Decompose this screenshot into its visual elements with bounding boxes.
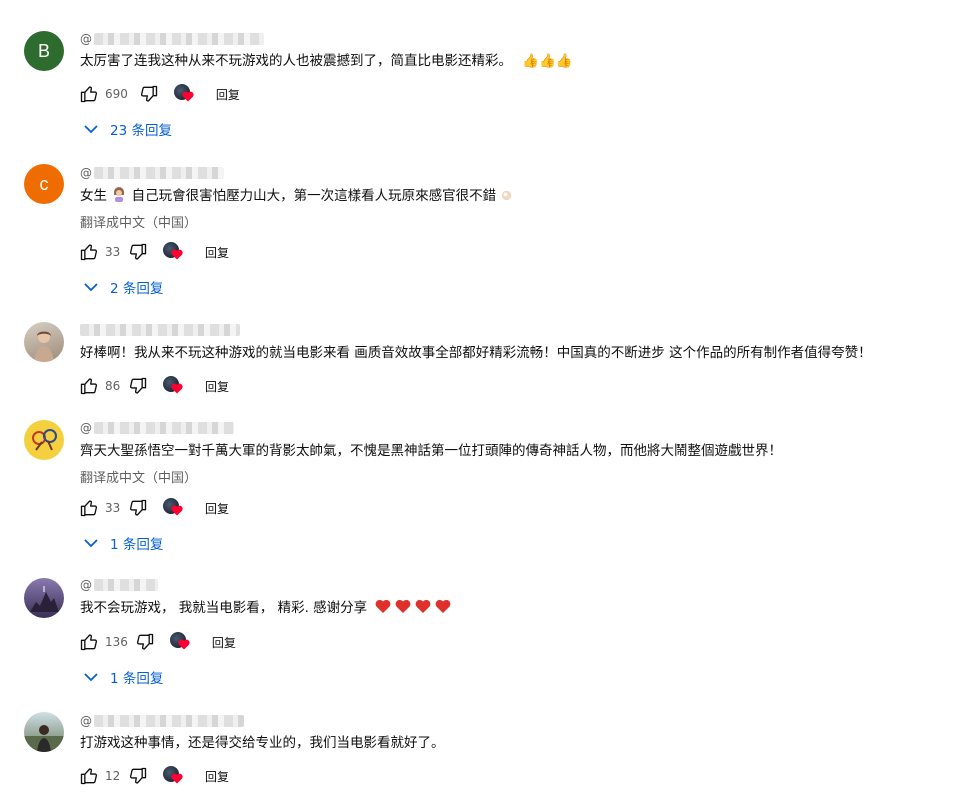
photo-avatar-icon	[30, 586, 59, 612]
avatar-letter: B	[37, 40, 50, 61]
creator-heart-icon	[163, 241, 185, 263]
at-sign: @	[80, 421, 92, 435]
author-handle[interactable]: @	[80, 578, 158, 592]
reply-button[interactable]: 回复	[212, 634, 236, 651]
creator-heart-icon	[163, 497, 185, 519]
like-icon[interactable]	[78, 241, 100, 263]
chevron-down-icon	[84, 124, 98, 134]
cartoon-avatar-icon	[32, 429, 57, 451]
at-sign: @	[80, 32, 92, 46]
dislike-icon[interactable]	[127, 765, 149, 787]
redacted-username	[94, 33, 264, 45]
like-count: 690	[105, 87, 128, 101]
dislike-icon[interactable]	[127, 497, 149, 519]
author-handle[interactable]: @	[80, 421, 234, 435]
action-bar: 33 回复	[78, 240, 229, 264]
comment-body-rest: 自己玩會很害怕壓力山大，第一次這樣看人玩原來感官很不錯	[131, 188, 497, 204]
redacted-username	[94, 715, 244, 727]
reply-button[interactable]: 回复	[205, 378, 229, 395]
comment-body: 我不会玩游戏， 我就当电影看， 精彩. 感谢分享	[80, 600, 368, 616]
redacted-username	[80, 324, 240, 336]
reply-button[interactable]: 回复	[205, 244, 229, 261]
like-count: 33	[105, 501, 121, 515]
avatar[interactable]	[24, 322, 64, 362]
red-heart-emojis	[375, 598, 453, 620]
comment-text: 打游戏这种事情，还是得交给专业的，我们当电影看就好了。	[80, 735, 445, 751]
author-handle[interactable]: @	[80, 32, 264, 46]
replies-count: 1 条回复	[110, 537, 164, 553]
at-sign: @	[80, 578, 92, 592]
redacted-username	[94, 579, 158, 591]
comment-body: 女生	[80, 188, 107, 204]
like-count: 33	[105, 245, 121, 259]
photo-avatar-icon	[24, 725, 64, 752]
at-sign: @	[80, 714, 92, 728]
action-bar: 136 回复	[78, 630, 236, 654]
creator-heart-icon	[163, 375, 185, 397]
ok-hand-emoji	[500, 187, 515, 208]
action-bar: 12 回复	[78, 764, 229, 788]
action-bar: 33 回复	[78, 496, 229, 520]
dislike-icon[interactable]	[134, 631, 156, 653]
avatar[interactable]: c	[24, 164, 64, 204]
redacted-username	[94, 167, 224, 179]
like-icon[interactable]	[78, 497, 100, 519]
action-bar: 690 回复	[78, 82, 240, 106]
creator-heart-icon	[163, 765, 185, 787]
dislike-icon[interactable]	[138, 83, 160, 105]
comment-text: 齊天大聖孫悟空一對千萬大軍的背影太帥氣，不愧是黑神話第一位打頭陣的傳奇神話人物，…	[80, 443, 782, 459]
at-sign: @	[80, 166, 92, 180]
comment-text: 女生 自己玩會很害怕壓力山大，第一次這樣看人玩原來感官很不錯	[80, 186, 515, 208]
translate-link[interactable]: 翻译成中文（中国）	[80, 212, 197, 231]
avatar[interactable]	[24, 420, 64, 460]
comment-body: 太厉害了连我这种从来不玩游戏的人也被震撼到了，简直比电影还精彩。	[80, 53, 512, 69]
like-icon[interactable]	[78, 631, 100, 653]
avatar[interactable]	[24, 578, 64, 618]
view-replies-button[interactable]: 1 条回复	[84, 532, 163, 554]
avatar-letter: c	[39, 173, 49, 194]
chevron-down-icon	[84, 282, 98, 292]
reply-button[interactable]: 回复	[205, 768, 229, 785]
chevron-down-icon	[84, 538, 98, 548]
avatar[interactable]	[24, 712, 64, 752]
like-count: 136	[105, 635, 128, 649]
comment-text: 太厉害了连我这种从来不玩游戏的人也被震撼到了，简直比电影还精彩。 👍👍👍	[80, 51, 573, 71]
dislike-icon[interactable]	[127, 375, 149, 397]
comment-text: 好棒啊！我从来不玩这种游戏的就当电影来看 画质音效故事全部都好精彩流畅！中国真的…	[80, 345, 872, 361]
author-handle[interactable]: @	[80, 166, 224, 180]
dislike-icon[interactable]	[127, 241, 149, 263]
woman-raising-hand-emoji	[111, 186, 127, 208]
thumbs-up-emojis: 👍👍👍	[522, 53, 573, 69]
replies-count: 1 条回复	[110, 671, 164, 687]
redacted-username	[94, 422, 234, 434]
reply-button[interactable]: 回复	[205, 500, 229, 517]
chevron-down-icon	[84, 672, 98, 682]
like-icon[interactable]	[78, 83, 100, 105]
view-replies-button[interactable]: 23 条回复	[84, 118, 172, 140]
translate-link[interactable]: 翻译成中文（中国）	[80, 467, 197, 486]
replies-count: 2 条回复	[110, 281, 164, 297]
like-count: 86	[105, 379, 121, 393]
comment-text: 我不会玩游戏， 我就当电影看， 精彩. 感谢分享	[80, 598, 453, 620]
photo-avatar-icon	[34, 331, 54, 362]
view-replies-button[interactable]: 2 条回复	[84, 276, 163, 298]
reply-button[interactable]: 回复	[216, 86, 240, 103]
replies-count: 23 条回复	[110, 123, 172, 139]
like-icon[interactable]	[78, 765, 100, 787]
author-handle[interactable]	[80, 323, 240, 337]
like-icon[interactable]	[78, 375, 100, 397]
author-handle[interactable]: @	[80, 714, 244, 728]
creator-heart-icon	[169, 631, 192, 653]
like-count: 12	[105, 769, 121, 783]
view-replies-button[interactable]: 1 条回复	[84, 666, 163, 688]
creator-heart-icon	[173, 83, 196, 105]
action-bar: 86 回复	[78, 374, 229, 398]
avatar[interactable]: B	[24, 31, 64, 71]
